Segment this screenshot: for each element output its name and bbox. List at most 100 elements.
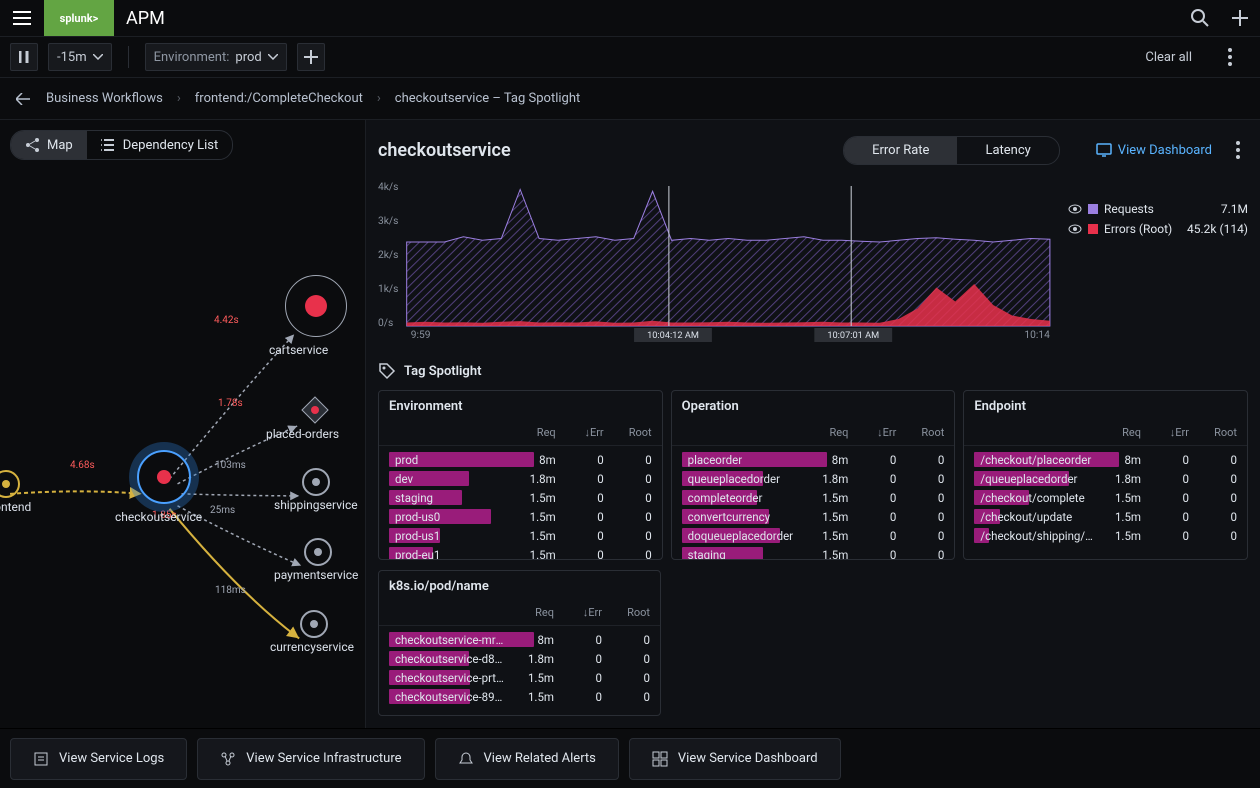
chevron-right-icon: › (377, 91, 381, 106)
legend-requests[interactable]: Requests 7.1M (1068, 202, 1248, 216)
table-row[interactable]: /queueplacedorder 1.8m 0 0 (974, 469, 1237, 488)
view-service-infra-button[interactable]: View Service Infrastructure (197, 738, 424, 780)
node-cartservice[interactable]: cartservice (285, 275, 347, 337)
table-row[interactable]: prod-us1 1.5m 0 0 (389, 526, 652, 545)
logs-icon (33, 751, 49, 767)
table-row[interactable]: checkoutservice-mr23jl... 8m 0 0 (389, 630, 650, 649)
time-range-value: -15m (57, 50, 87, 65)
table-row[interactable]: placeorder 8m 0 0 (682, 450, 945, 469)
tag-icon (378, 362, 396, 380)
table-row[interactable]: staging 1.5m 0 0 (389, 488, 652, 507)
legend-swatch (1088, 224, 1098, 234)
back-icon[interactable] (16, 93, 32, 105)
kebab-icon (1228, 48, 1232, 66)
environment-picker[interactable]: Environment: prod (145, 43, 287, 71)
svg-text:10:04:12 AM: 10:04:12 AM (647, 331, 699, 341)
breadcrumb-item-0[interactable]: Business Workflows (46, 91, 163, 106)
card-operation: Operation Req↓ErrRoot placeorder 8m 0 0 … (671, 390, 956, 560)
splunk-logo[interactable]: splunk> (44, 0, 114, 36)
error-rate-tab[interactable]: Error Rate (844, 137, 957, 164)
node-frontend[interactable]: frontend (0, 470, 20, 498)
service-title: checkoutservice (378, 140, 511, 161)
add-filter-button[interactable] (297, 43, 325, 71)
eye-icon (1068, 202, 1082, 216)
table-row[interactable]: checkoutservice-d847fd... 1.8m 0 0 (389, 649, 650, 668)
svg-text:9:59: 9:59 (411, 330, 431, 341)
share-icon (25, 137, 41, 153)
service-map[interactable]: 4.42s 1.78s 4.68s 103ms 1.85s 25ms 118ms… (10, 170, 355, 718)
bell-icon (458, 751, 474, 767)
table-row[interactable]: /checkout/complete 1.5m 0 0 (974, 488, 1237, 507)
node-paymentservice[interactable]: paymentservice (304, 538, 332, 566)
clear-all-button[interactable]: Clear all (1145, 50, 1192, 65)
node-checkoutservice[interactable]: checkoutservice (137, 450, 191, 504)
kebab-icon (1236, 141, 1240, 159)
legend-errors[interactable]: Errors (Root) 45.2k (114) (1068, 222, 1248, 236)
table-row[interactable]: checkoutservice-prtuc2... 1.5m 0 0 (389, 668, 650, 687)
card-environment: Environment Req↓ErrRoot prod 8m 0 0 dev … (378, 390, 663, 560)
dep-list-label: Dependency List (123, 138, 219, 153)
card-title: Endpoint (964, 391, 1247, 422)
table-row[interactable]: prod-eu1 1.5m 0 0 (389, 545, 652, 559)
view-dashboard-button[interactable]: View Dashboard (1096, 143, 1212, 158)
breadcrumb: Business Workflows › frontend:/CompleteC… (0, 78, 1260, 120)
table-row[interactable]: prod-us0 1.5m 0 0 (389, 507, 652, 526)
breadcrumb-item-1[interactable]: frontend:/CompleteCheckout (195, 91, 363, 106)
dependency-list-tab[interactable]: Dependency List (87, 131, 233, 159)
table-row[interactable]: /checkout/shipping/estimate 1.5m 0 0 (974, 526, 1237, 545)
edge-latency: 4.42s (214, 315, 239, 326)
tag-spotlight-header: Tag Spotlight (378, 362, 1248, 380)
chart-legend: Requests 7.1M Errors (Root) 45.2k (114) (1068, 178, 1248, 348)
panel-menu-button[interactable] (1228, 132, 1248, 168)
chart-block: 4k/s 3k/s 2k/s 1k/s 0/s (378, 178, 1248, 348)
app-title: APM (126, 8, 165, 29)
legend-label: Requests (1104, 202, 1215, 216)
pause-button[interactable] (10, 43, 38, 71)
svg-text:1k/s: 1k/s (378, 284, 398, 295)
toolbar: -15m Environment: prod Clear all (0, 36, 1260, 78)
list-icon (101, 137, 117, 153)
pause-icon (19, 51, 29, 63)
node-placed-orders[interactable]: placed-orders (300, 395, 330, 429)
table-row[interactable]: staging 1.5m 0 0 (682, 545, 945, 559)
table-row[interactable]: doqueueplacedorder 1.5m 0 0 (682, 526, 945, 545)
svg-text:2k/s: 2k/s (378, 250, 398, 261)
table-row[interactable]: prod 8m 0 0 (389, 450, 652, 469)
grid-icon (652, 751, 668, 767)
env-value: prod (235, 50, 261, 65)
view-related-alerts-button[interactable]: View Related Alerts (435, 738, 619, 780)
map-tab[interactable]: Map (11, 131, 87, 159)
node-shippingservice[interactable]: shippingservice (302, 468, 330, 496)
node-currencyservice[interactable]: currencyservice (300, 610, 328, 638)
hamburger-icon (13, 11, 31, 25)
edge-latency: 25ms (210, 505, 235, 516)
latency-tab[interactable]: Latency (957, 137, 1058, 164)
card-podname: k8s.io/pod/name Req↓ErrRoot checkoutserv… (378, 570, 661, 716)
view-dashboard-label: View Dashboard (1118, 143, 1212, 158)
legend-value: 7.1M (1221, 202, 1248, 216)
view-service-logs-button[interactable]: View Service Logs (10, 738, 187, 780)
table-row[interactable]: checkoutservice-89ejss... 1.5m 0 0 (389, 687, 650, 706)
body: Map Dependency List (0, 120, 1260, 728)
error-rate-chart[interactable]: 4k/s 3k/s 2k/s 1k/s 0/s (378, 178, 1054, 348)
toolbar-menu-button[interactable] (1210, 39, 1250, 75)
table-row[interactable]: /checkout/placeorder 8m 0 0 (974, 450, 1237, 469)
view-service-dashboard-button[interactable]: View Service Dashboard (629, 738, 841, 780)
table-row[interactable]: dev 1.8m 0 0 (389, 469, 652, 488)
table-row[interactable]: /checkout/update 1.5m 0 0 (974, 507, 1237, 526)
edge-latency: 118ms (215, 585, 246, 596)
time-range-picker[interactable]: -15m (48, 43, 112, 71)
add-button[interactable] (1220, 0, 1260, 36)
table-row[interactable]: queueplacedorder 1.8m 0 0 (682, 469, 945, 488)
monitor-icon (1096, 143, 1112, 157)
map-tab-label: Map (47, 138, 73, 153)
infra-icon (220, 751, 236, 767)
card-title: Environment (379, 391, 662, 422)
table-row[interactable]: convertcurrency 1.5m 0 0 (682, 507, 945, 526)
database-icon (300, 395, 330, 425)
search-button[interactable] (1180, 0, 1220, 36)
breadcrumb-item-2[interactable]: checkoutservice – Tag Spotlight (395, 91, 580, 106)
table-row[interactable]: completeorder 1.5m 0 0 (682, 488, 945, 507)
hamburger-menu[interactable] (0, 0, 44, 36)
view-toggle: Map Dependency List (10, 130, 233, 160)
